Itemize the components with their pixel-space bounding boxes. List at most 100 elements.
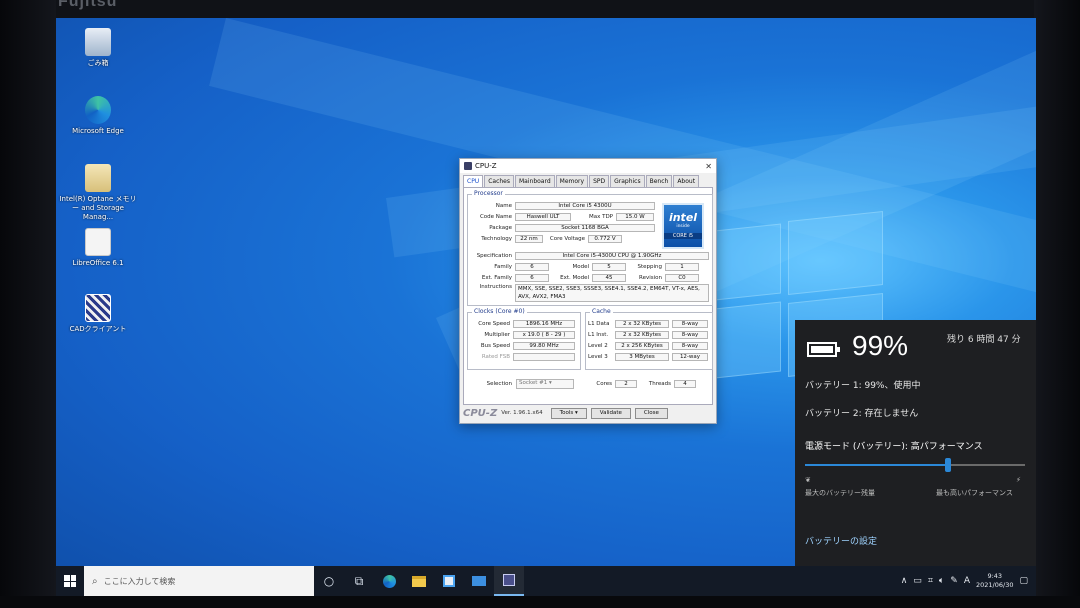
tab-spd[interactable]: SPD: [589, 175, 610, 187]
edge-icon[interactable]: [374, 566, 404, 596]
monitor-bezel-right: [1034, 0, 1080, 608]
cache-l2-way: 8-way: [672, 341, 708, 350]
cpuz-cpu-panel: Processor Name Intel Core i5 4300U Code …: [463, 187, 713, 405]
cpuz-app-icon: [464, 162, 472, 170]
network-icon[interactable]: ⌗: [928, 576, 933, 586]
desktop-icon-cad[interactable]: CADクライアント: [58, 294, 138, 334]
mail-icon[interactable]: [464, 566, 494, 596]
chevron-up-icon[interactable]: ∧: [901, 576, 908, 586]
taskbar-search-box[interactable]: ⌕ ここに入力して検索: [84, 566, 314, 596]
desktop-icon-libreoffice[interactable]: LibreOffice 6.1: [58, 228, 138, 268]
store-icon[interactable]: [434, 566, 464, 596]
battery-remaining-time: 残り 6 時間 47 分: [947, 335, 1021, 345]
cache-group-title: Cache: [590, 308, 613, 315]
socket-select-value: Socket #1: [519, 379, 548, 386]
family-value: 6: [515, 262, 549, 271]
pen-icon[interactable]: ✎: [950, 576, 958, 586]
cpuz-taskbar-icon[interactable]: [494, 566, 524, 596]
cache-group: Cache L1 Data 2 x 32 KBytes 8-way L1 Ins…: [585, 308, 713, 370]
volume-icon[interactable]: 🔈︎: [939, 576, 944, 586]
file-explorer-icon[interactable]: [404, 566, 434, 596]
clocks-group-title: Clocks (Core #0): [472, 308, 527, 315]
power-mode-slider-thumb[interactable]: [945, 458, 951, 472]
revision-label: Revision: [639, 274, 662, 281]
clock-date: 2021/06/30: [976, 581, 1014, 589]
instructions-label: Instructions: [479, 284, 512, 290]
cores-label: Cores: [596, 380, 612, 387]
voltage-value: 0.772 V: [588, 234, 622, 243]
cores-value: 2: [615, 379, 637, 388]
cache-l3-size: 3 MBytes: [615, 352, 669, 361]
task-view-icon[interactable]: ⧉: [344, 566, 374, 596]
battery-flyout: 99% 残り 6 時間 47 分 バッテリー 1: 99%、使用中 バッテリー …: [795, 320, 1036, 578]
start-button[interactable]: [56, 566, 84, 596]
close-icon[interactable]: ✕: [705, 162, 712, 171]
tab-caches[interactable]: Caches: [484, 175, 514, 187]
intel-logo: intel: [668, 211, 698, 224]
search-icon: ⌕: [92, 575, 98, 587]
socket-select[interactable]: Socket #1 ▾: [516, 378, 574, 389]
extmodel-label: Ext. Model: [560, 274, 589, 281]
power-mode-label: 電源モード (バッテリー): 高パフォーマンス: [805, 442, 983, 452]
revision-value: C0: [665, 273, 699, 282]
tab-bench[interactable]: Bench: [645, 175, 673, 187]
cache-l1i-way: 8-way: [672, 330, 708, 339]
cache-l1i-label: L1 Inst.: [588, 331, 609, 338]
battery-icon: [807, 342, 840, 357]
monitor-brand: Fujitsu: [58, 0, 118, 10]
rated-fsb-label: Rated FSB: [481, 353, 510, 360]
intel-inside-text: inside: [676, 224, 690, 229]
desktop-icon-label: ごみ箱: [87, 59, 109, 67]
desktop[interactable]: ごみ箱 Microsoft Edge Intel(R) Optane メモリー …: [56, 18, 1036, 596]
desktop-icon-recycle-bin[interactable]: ごみ箱: [58, 28, 138, 68]
close-button[interactable]: Close: [634, 407, 668, 419]
notification-icon[interactable]: ▢: [1019, 576, 1028, 586]
validate-button[interactable]: Validate: [590, 407, 631, 419]
tab-about[interactable]: About: [673, 175, 700, 187]
clock-time: 9:43: [987, 572, 1003, 580]
battery-tray-icon[interactable]: ▭: [913, 576, 922, 586]
battery-percent: 99%: [852, 330, 909, 361]
multiplier-label: Multiplier: [484, 331, 510, 338]
recycle-bin-icon: [85, 28, 111, 56]
battery-settings-link[interactable]: バッテリーの設定: [805, 534, 877, 547]
monitor-bezel-bottom: [0, 596, 1080, 608]
ime-indicator[interactable]: A: [964, 576, 970, 586]
folder-icon: [85, 164, 111, 192]
intel-core-i5-badge: intel inside CORE i5: [662, 203, 704, 249]
tab-graphics[interactable]: Graphics: [610, 175, 645, 187]
cpuz-title: CPU-Z: [475, 162, 497, 170]
desktop-icon-optane[interactable]: Intel(R) Optane メモリー and Storage Manag..…: [58, 164, 138, 222]
tab-mainboard[interactable]: Mainboard: [515, 175, 555, 187]
desktop-icon-label: Intel(R) Optane メモリー and Storage Manag..…: [59, 195, 137, 221]
technology-label: Technology: [481, 235, 512, 242]
specification-value: Intel Core i5-4300U CPU @ 1.90GHz: [515, 251, 709, 260]
cpuz-window[interactable]: CPU-Z ✕ CPU Caches Mainboard Memory SPD …: [459, 158, 717, 424]
cache-l3-way: 12-way: [672, 352, 708, 361]
battery-saver-leaf-icon: ❦: [805, 476, 811, 484]
name-label: Name: [495, 202, 512, 209]
threads-value: 4: [674, 379, 696, 388]
clock[interactable]: 9:43 2021/06/30: [976, 572, 1013, 590]
tab-memory[interactable]: Memory: [555, 175, 589, 187]
document-icon: [85, 228, 111, 256]
voltage-label: Core Voltage: [549, 235, 585, 242]
power-mode-slider[interactable]: [805, 458, 1025, 472]
intel-core-line: CORE i5: [664, 233, 702, 239]
taskbar: ⌕ ここに入力して検索 ○ ⧉ ∧ ▭ ⌗ 🔈︎ ✎ A 9:43 2021/0…: [56, 566, 1036, 596]
threads-label: Threads: [648, 380, 671, 387]
codename-value: Haswell ULT: [515, 212, 571, 221]
name-value: Intel Core i5 4300U: [515, 201, 655, 210]
tab-cpu[interactable]: CPU: [463, 175, 484, 187]
cpuz-footer-logo: CPU-Z: [463, 407, 498, 419]
cache-l1i-size: 2 x 32 KBytes: [615, 330, 669, 339]
extmodel-value: 45: [592, 273, 626, 282]
cpuz-titlebar[interactable]: CPU-Z ✕: [460, 159, 716, 173]
tools-button[interactable]: Tools ▾: [550, 407, 587, 419]
core-speed-label: Core Speed: [478, 320, 510, 327]
cortana-icon[interactable]: ○: [314, 566, 344, 596]
maxtdp-label: Max TDP: [588, 213, 613, 220]
desktop-icon-edge[interactable]: Microsoft Edge: [58, 96, 138, 136]
search-placeholder: ここに入力して検索: [103, 576, 176, 586]
battery-1-status: バッテリー 1: 99%、使用中: [805, 381, 921, 391]
